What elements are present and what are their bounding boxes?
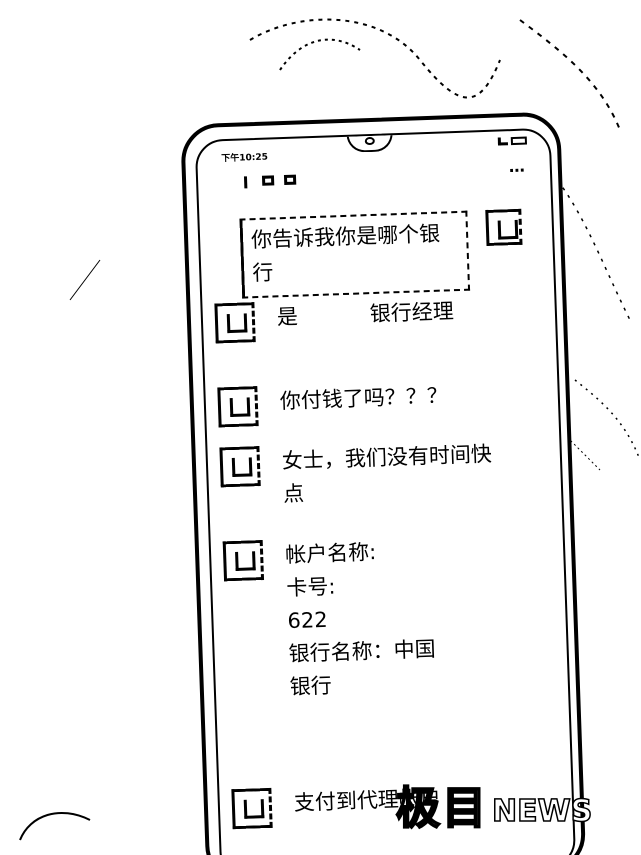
avatar[interactable] — [231, 787, 273, 830]
bank-name-tail: 银行 — [289, 673, 333, 700]
message-content: 帐户名称: 卡号: 622 银行名称：中国 银行 — [285, 531, 521, 704]
phone-screen: 下午10:25 ⋯ 你告诉我你是哪个银行 是 银行经理 你付钱了吗？？？ 女士，… — [194, 127, 577, 855]
news-watermark: 极目 NEWS — [395, 772, 593, 836]
avatar[interactable] — [214, 302, 256, 344]
title-glyph-icon — [283, 174, 297, 186]
title-glyph-icon — [261, 175, 275, 186]
status-time: 下午10:25 — [221, 152, 269, 165]
message-text-tail: 银行经理 — [369, 299, 455, 327]
message-content: 女士，我们没有时间快点 — [281, 437, 513, 511]
message-text: 你告诉我你是哪个银行 — [250, 221, 441, 286]
chat-thread: 你告诉我你是哪个银行 是XXXXX银行经理 你付钱了吗？？？ — [199, 200, 574, 855]
redacted-text: XXXXX — [297, 302, 370, 328]
message-content: 你付钱了吗？？？ — [279, 377, 510, 418]
chat-message-self: 你告诉我你是哪个银行 — [239, 208, 552, 299]
photo-scene: 下午10:25 ⋯ 你告诉我你是哪个银行 是 银行经理 你付钱了吗？？？ 女士，… — [0, 0, 641, 855]
battery-icon — [510, 136, 528, 146]
message-text: 你付钱了吗？？？ — [279, 383, 449, 414]
chat-message: 女士，我们没有时间快点 — [219, 437, 513, 513]
chat-message: 帐户名称: 卡号: 622 银行名称：中国 银行 — [222, 531, 521, 706]
avatar[interactable] — [485, 208, 523, 247]
watermark-logo-text: 极目 — [395, 782, 488, 835]
avatar[interactable] — [219, 446, 261, 488]
avatar[interactable] — [217, 386, 259, 428]
chat-message: 你付钱了吗？？？ — [217, 377, 510, 428]
more-options-icon[interactable]: ⋯ — [509, 161, 525, 181]
avatar[interactable] — [222, 540, 265, 582]
message-text: 女士，我们没有时间快点 — [281, 441, 493, 507]
signal-icon — [497, 137, 509, 146]
message-text: 是 — [276, 304, 299, 330]
phone-device: 下午10:25 ⋯ 你告诉我你是哪个银行 是 银行经理 你付钱了吗？？？ 女士，… — [180, 111, 587, 855]
back-icon[interactable] — [243, 176, 253, 189]
watermark-news-text: NEWS — [491, 793, 593, 830]
status-icons — [497, 136, 528, 146]
chat-message: 是XXXXX银行经理 — [214, 293, 507, 344]
message-bubble: 你告诉我你是哪个银行 — [239, 210, 471, 299]
message-content: 是XXXXX银行经理 — [276, 293, 507, 334]
chat-title-glyphs — [243, 174, 297, 189]
